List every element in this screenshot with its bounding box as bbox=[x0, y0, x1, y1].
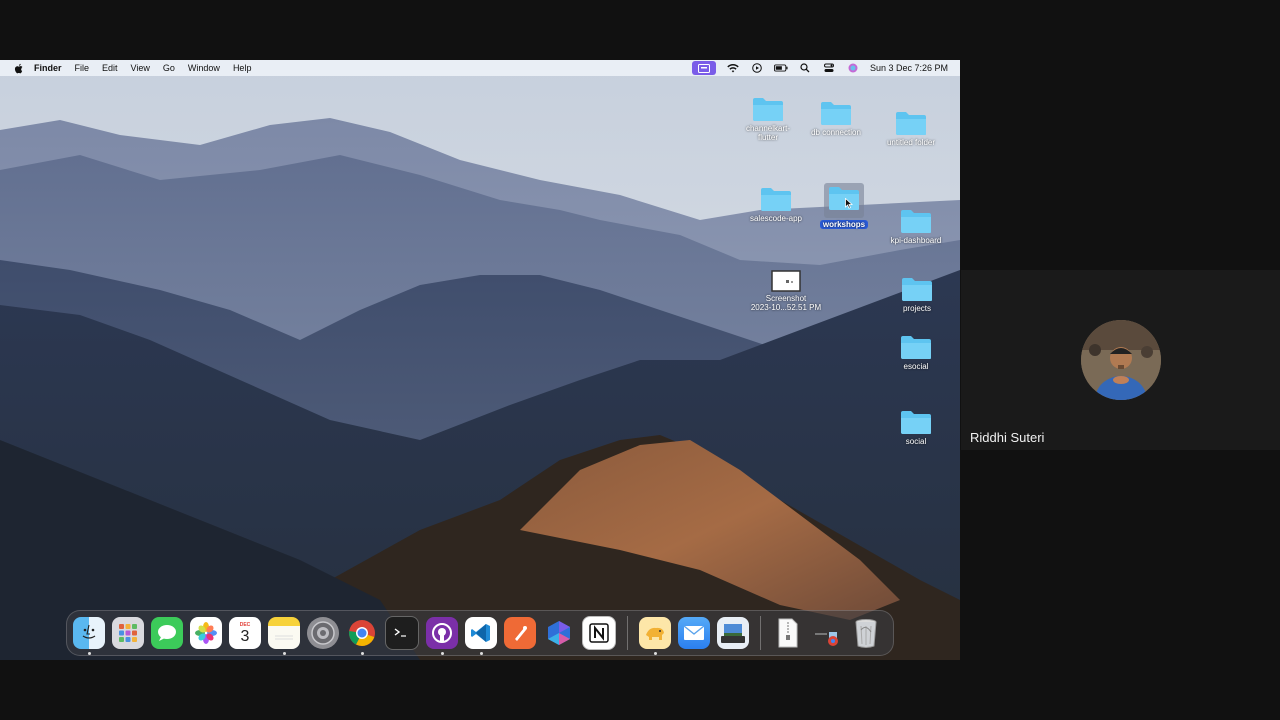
menu-go[interactable]: Go bbox=[163, 63, 175, 73]
chrome-icon[interactable] bbox=[346, 617, 378, 655]
menu-window[interactable]: Window bbox=[188, 63, 220, 73]
desktop-label: projects bbox=[902, 304, 931, 313]
screenshot-thumbnail-icon bbox=[771, 270, 801, 292]
running-indicator bbox=[360, 652, 364, 655]
menubar-clock[interactable]: Sun 3 Dec 7:26 PM bbox=[870, 63, 948, 73]
preview-icon[interactable] bbox=[717, 617, 749, 649]
github-desktop-icon[interactable] bbox=[426, 617, 458, 655]
desktop-folder-projects[interactable]: projects bbox=[877, 276, 957, 313]
folder-icon bbox=[901, 336, 931, 359]
desktop-label: salescode-app bbox=[749, 214, 803, 223]
participant-name: Riddhi Suteri bbox=[970, 430, 1045, 445]
running-indicator bbox=[653, 652, 657, 655]
running-indicator bbox=[87, 652, 91, 655]
mouse-cursor-icon bbox=[845, 198, 853, 209]
menu-app-finder[interactable]: Finder bbox=[34, 63, 62, 73]
desktop-folder-untitled[interactable]: untitled folder bbox=[871, 110, 951, 147]
running-indicator bbox=[479, 652, 483, 655]
folder-icon bbox=[821, 102, 851, 125]
desktop-label: Screenshot 2023-10...52.51 PM bbox=[750, 294, 822, 312]
downloads-stack-icon[interactable] bbox=[811, 617, 843, 649]
desktop-label-selected: workshops bbox=[819, 220, 869, 229]
screen-share-icon[interactable] bbox=[691, 61, 716, 75]
desktop-label: db connection bbox=[811, 128, 861, 137]
desktop-label: untitled folder bbox=[886, 138, 936, 147]
mountain-wallpaper bbox=[0, 60, 960, 660]
dock-separator bbox=[760, 616, 761, 650]
desktop-folder-workshops[interactable]: workshops bbox=[804, 183, 884, 229]
desktop-label: social bbox=[905, 437, 927, 446]
desktop-folder-kpi-dashboard[interactable]: kpi-dashboard bbox=[876, 208, 956, 245]
document-icon[interactable] bbox=[772, 617, 804, 649]
running-indicator bbox=[440, 652, 444, 655]
notion-icon[interactable] bbox=[582, 616, 616, 650]
menu-edit[interactable]: Edit bbox=[102, 63, 118, 73]
selection-highlight bbox=[824, 183, 864, 218]
siri-icon[interactable] bbox=[846, 62, 860, 74]
apple-menu-icon[interactable] bbox=[12, 61, 26, 75]
desktop-folder-db-connection[interactable]: db connection bbox=[796, 100, 876, 137]
vscode-icon[interactable] bbox=[465, 617, 497, 655]
folder-icon bbox=[896, 112, 926, 135]
control-center-icon[interactable] bbox=[822, 62, 836, 74]
participant-avatar bbox=[1081, 320, 1161, 400]
postman-icon[interactable] bbox=[504, 617, 536, 649]
launchpad-icon[interactable] bbox=[112, 617, 144, 649]
now-playing-icon[interactable] bbox=[750, 62, 764, 74]
wifi-icon[interactable] bbox=[726, 62, 740, 74]
calendar-day: 3 bbox=[240, 627, 250, 645]
folder-icon bbox=[761, 188, 791, 211]
battery-icon[interactable] bbox=[773, 62, 788, 74]
desktop-file-screenshot[interactable]: Screenshot 2023-10...52.51 PM bbox=[746, 270, 826, 312]
messages-icon[interactable] bbox=[151, 617, 183, 649]
copilot-icon[interactable] bbox=[543, 617, 575, 649]
desktop-label: esocial bbox=[903, 362, 929, 371]
notes-icon[interactable] bbox=[268, 617, 300, 655]
system-settings-icon[interactable] bbox=[307, 617, 339, 649]
trash-icon[interactable] bbox=[850, 617, 882, 649]
folder-icon bbox=[901, 411, 931, 434]
dock-separator bbox=[627, 616, 628, 650]
desktop-label: channelkart- flutter bbox=[745, 124, 791, 142]
menu-view[interactable]: View bbox=[131, 63, 150, 73]
menu-help[interactable]: Help bbox=[233, 63, 252, 73]
folder-icon bbox=[901, 210, 931, 233]
desktop-folder-social[interactable]: social bbox=[876, 409, 956, 446]
folder-icon bbox=[829, 187, 859, 210]
dock: DEC 3 bbox=[66, 610, 894, 656]
menu-extras: Sun 3 Dec 7:26 PM bbox=[691, 60, 948, 76]
tableplus-icon[interactable] bbox=[639, 617, 671, 655]
calendar-icon[interactable]: DEC 3 bbox=[229, 617, 261, 649]
menu-file[interactable]: File bbox=[75, 63, 90, 73]
menu-bar: Finder File Edit View Go Window Help Sun… bbox=[0, 60, 960, 76]
participant-tile[interactable]: Riddhi Suteri bbox=[961, 270, 1280, 450]
photos-icon[interactable] bbox=[190, 617, 222, 649]
mac-desktop-screen: Finder File Edit View Go Window Help Sun… bbox=[0, 60, 960, 660]
mail-icon[interactable] bbox=[678, 617, 710, 649]
desktop-label: kpi-dashboard bbox=[890, 236, 942, 245]
folder-icon bbox=[902, 278, 932, 301]
running-indicator bbox=[282, 652, 286, 655]
folder-icon bbox=[753, 98, 783, 121]
finder-icon[interactable] bbox=[73, 617, 105, 655]
desktop-folder-esocial[interactable]: esocial bbox=[876, 334, 956, 371]
terminal-icon[interactable] bbox=[385, 616, 419, 650]
spotlight-search-icon[interactable] bbox=[798, 62, 812, 74]
